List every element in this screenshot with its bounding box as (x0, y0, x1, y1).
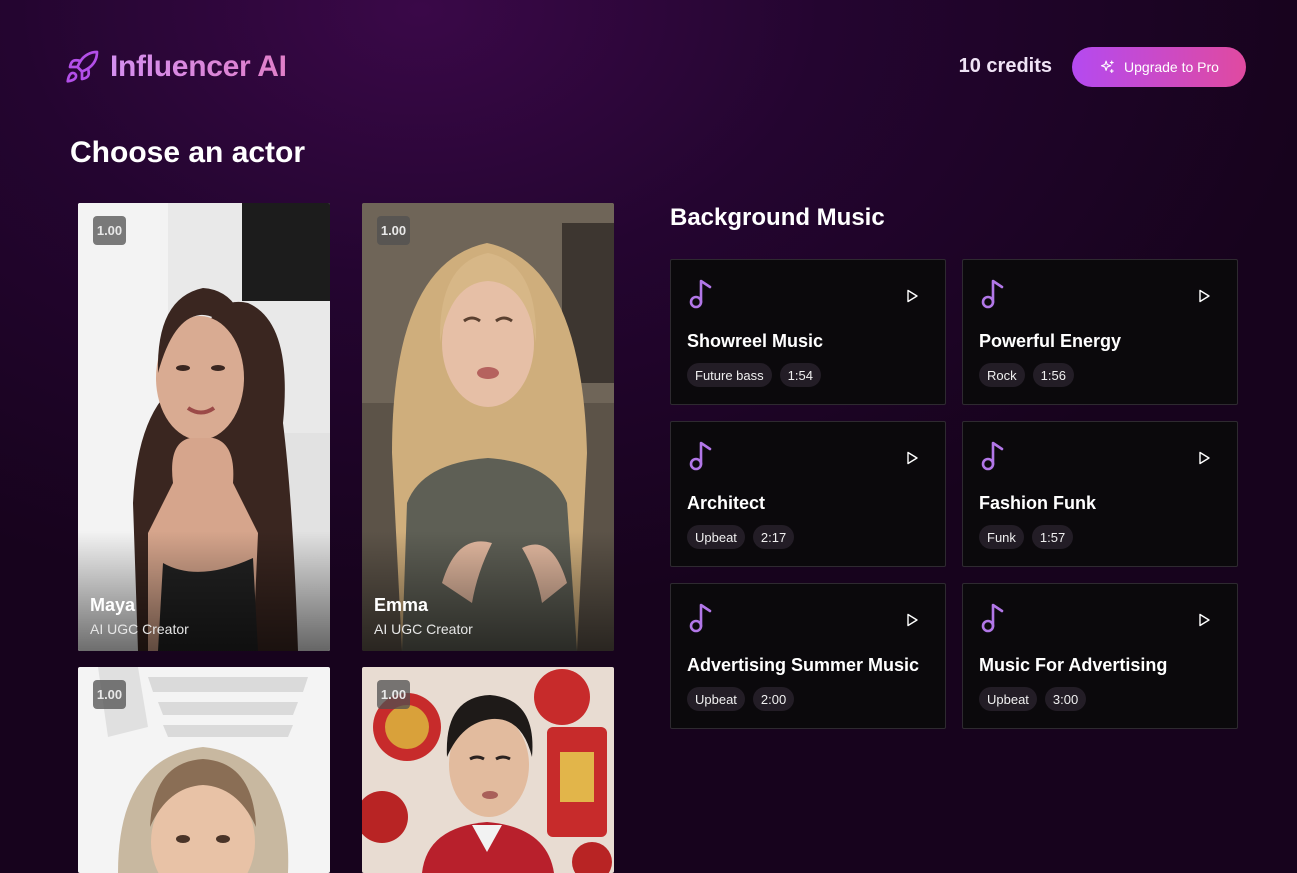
music-track-card[interactable]: Showreel Music Future bass 1:54 (670, 259, 946, 405)
track-tags: Rock 1:56 (979, 363, 1074, 387)
sparkles-icon (1100, 60, 1114, 73)
genre-tag: Rock (979, 363, 1025, 387)
play-icon (907, 451, 918, 465)
track-tags: Upbeat 2:00 (687, 687, 795, 711)
music-note-icon (981, 279, 1004, 309)
play-button[interactable] (1194, 449, 1214, 467)
duration-tag: 1:57 (1031, 525, 1074, 549)
page-title: Choose an actor (70, 136, 306, 169)
music-track-card[interactable]: Fashion Funk Funk 1:57 (962, 421, 1238, 567)
actor-score-badge: 1.00 (377, 680, 410, 709)
duration-tag: 3:00 (1044, 687, 1087, 711)
actor-score-badge: 1.00 (377, 216, 410, 245)
genre-tag: Future bass (687, 363, 772, 387)
play-button[interactable] (1194, 287, 1214, 305)
track-tags: Upbeat 3:00 (979, 687, 1087, 711)
music-note-icon (689, 279, 712, 309)
actor-role: AI UGC Creator (90, 621, 189, 637)
track-name: Fashion Funk (979, 493, 1096, 513)
track-tags: Funk 1:57 (979, 525, 1074, 549)
play-button[interactable] (1194, 611, 1214, 629)
app-name: Influencer AI (110, 50, 287, 83)
logo[interactable]: Influencer AI (64, 47, 287, 87)
music-note-icon (689, 441, 712, 471)
genre-tag: Funk (979, 525, 1024, 549)
upgrade-label: Upgrade to Pro (1124, 59, 1219, 75)
duration-tag: 2:17 (752, 525, 795, 549)
actor-card-maya[interactable]: 1.00 Maya AI UGC Creator (78, 203, 330, 651)
play-icon (907, 289, 918, 303)
duration-tag: 2:00 (752, 687, 795, 711)
genre-tag: Upbeat (979, 687, 1037, 711)
rocket-icon (66, 50, 99, 83)
track-name: Music For Advertising (979, 655, 1168, 675)
play-button[interactable] (902, 449, 922, 467)
play-button[interactable] (902, 611, 922, 629)
section-title-background-music: Background Music (670, 204, 885, 231)
track-name: Advertising Summer Music (687, 655, 920, 675)
actor-card-3[interactable]: 1.00 (78, 667, 330, 873)
play-button[interactable] (902, 287, 922, 305)
actor-card-emma[interactable]: 1.00 Emma AI UGC Creator (362, 203, 614, 651)
actor-score-badge: 1.00 (93, 216, 126, 245)
track-tags: Upbeat 2:17 (687, 525, 795, 549)
music-note-icon (689, 603, 712, 633)
actor-name: Maya (90, 595, 136, 615)
track-name: Showreel Music (687, 331, 824, 351)
music-track-card[interactable]: Powerful Energy Rock 1:56 (962, 259, 1238, 405)
play-icon (907, 613, 918, 627)
duration-tag: 1:54 (779, 363, 821, 387)
music-note-icon (981, 441, 1004, 471)
actor-score-badge: 1.00 (93, 680, 126, 709)
track-tags: Future bass 1:54 (687, 363, 821, 387)
header: Influencer AI 10 credits Upgrade to Pro (0, 0, 1297, 130)
genre-tag: Upbeat (687, 525, 745, 549)
play-icon (1199, 451, 1210, 465)
duration-tag: 1:56 (1032, 363, 1074, 387)
play-icon (1199, 613, 1210, 627)
music-track-card[interactable]: Architect Upbeat 2:17 (670, 421, 946, 567)
track-name: Architect (687, 493, 766, 513)
upgrade-button[interactable]: Upgrade to Pro (1072, 47, 1246, 87)
actor-role: AI UGC Creator (374, 621, 473, 637)
music-track-card[interactable]: Advertising Summer Music Upbeat 2:00 (670, 583, 946, 729)
credits-count: 10 credits (958, 55, 1052, 77)
genre-tag: Upbeat (687, 687, 745, 711)
music-note-icon (981, 603, 1004, 633)
actor-card-4[interactable]: 1.00 (362, 667, 614, 873)
track-name: Powerful Energy (979, 331, 1122, 351)
music-track-card[interactable]: Music For Advertising Upbeat 3:00 (962, 583, 1238, 729)
play-icon (1199, 289, 1210, 303)
actor-name: Emma (374, 595, 429, 615)
